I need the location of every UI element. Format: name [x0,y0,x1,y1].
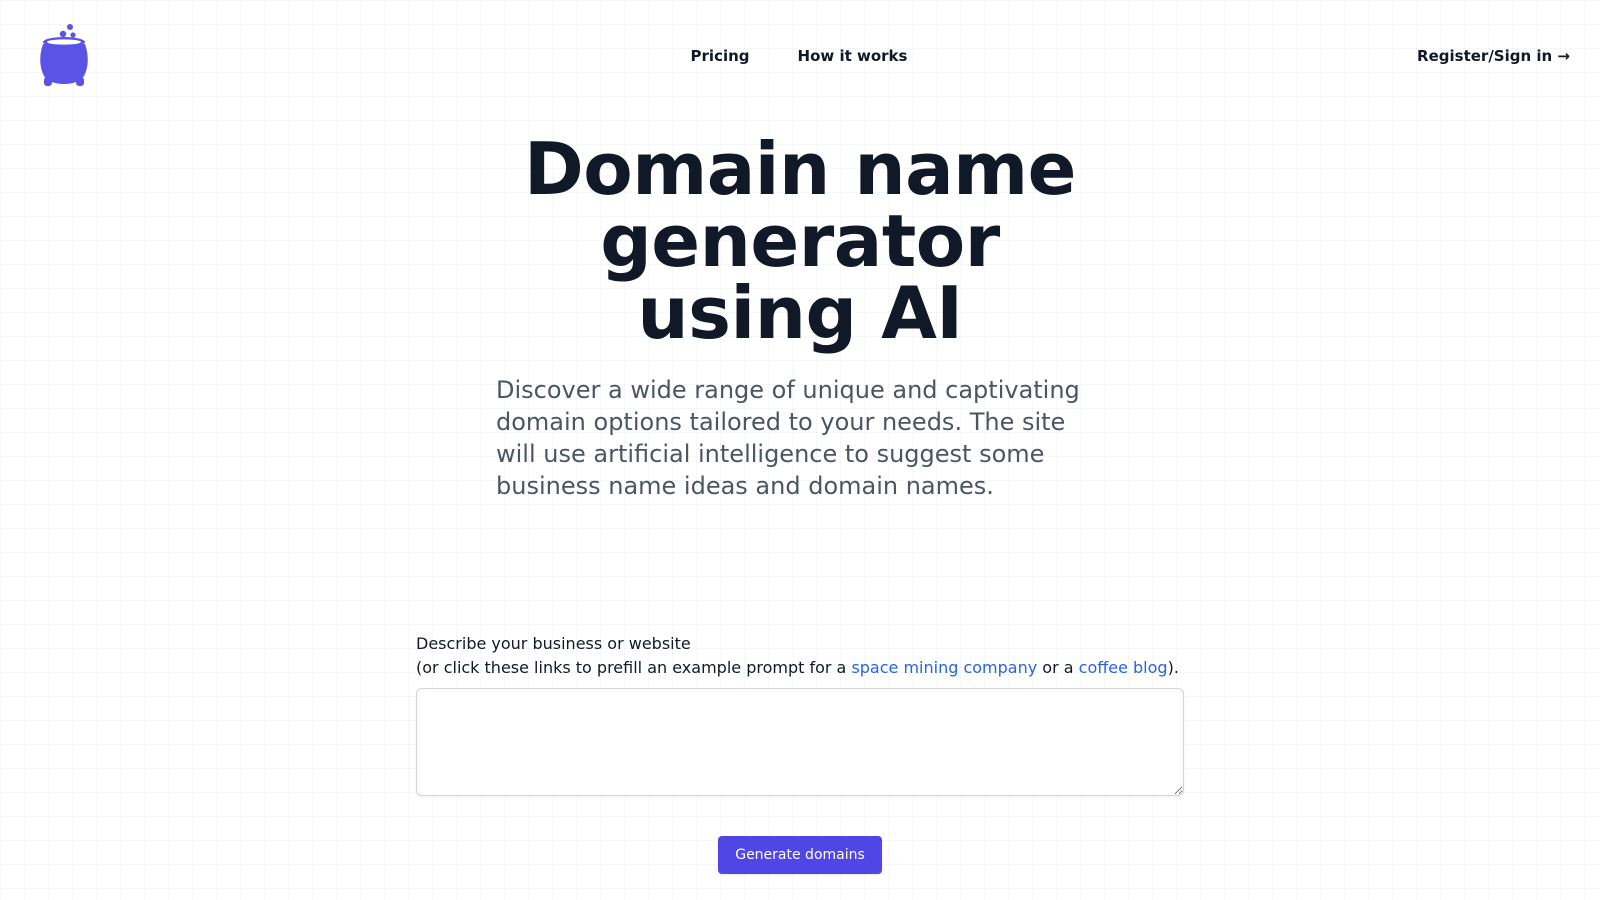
nav-pricing-link[interactable]: Pricing [691,46,750,66]
space-mining-example-link[interactable]: space mining company [851,658,1037,677]
example-prompt-hint: (or click these links to prefill an exam… [416,656,1184,680]
generate-domains-button[interactable]: Generate domains [718,836,882,874]
hint-text: or a [1037,658,1079,677]
main-nav: Pricing How it works [0,46,1600,66]
site-header: Pricing How it works Register/Sign in → [0,0,1600,112]
generator-form: Describe your business or website (or cl… [416,632,1184,796]
title-line: generator [600,199,1000,283]
register-signin-link[interactable]: Register/Sign in → [1417,46,1570,66]
coffee-blog-example-link[interactable]: coffee blog [1079,658,1168,677]
hint-text: (or click these links to prefill an exam… [416,658,852,677]
business-description-label: Describe your business or website [416,634,691,653]
business-description-input[interactable] [416,688,1184,796]
title-line: using AI [637,271,963,355]
nav-how-it-works-link[interactable]: How it works [798,46,908,66]
hero-subtitle: Discover a wide range of unique and capt… [496,376,1080,500]
hint-text: ). [1167,658,1179,677]
page-title: Domain name generator using AI [0,133,1600,349]
title-line: Domain name [523,127,1077,211]
